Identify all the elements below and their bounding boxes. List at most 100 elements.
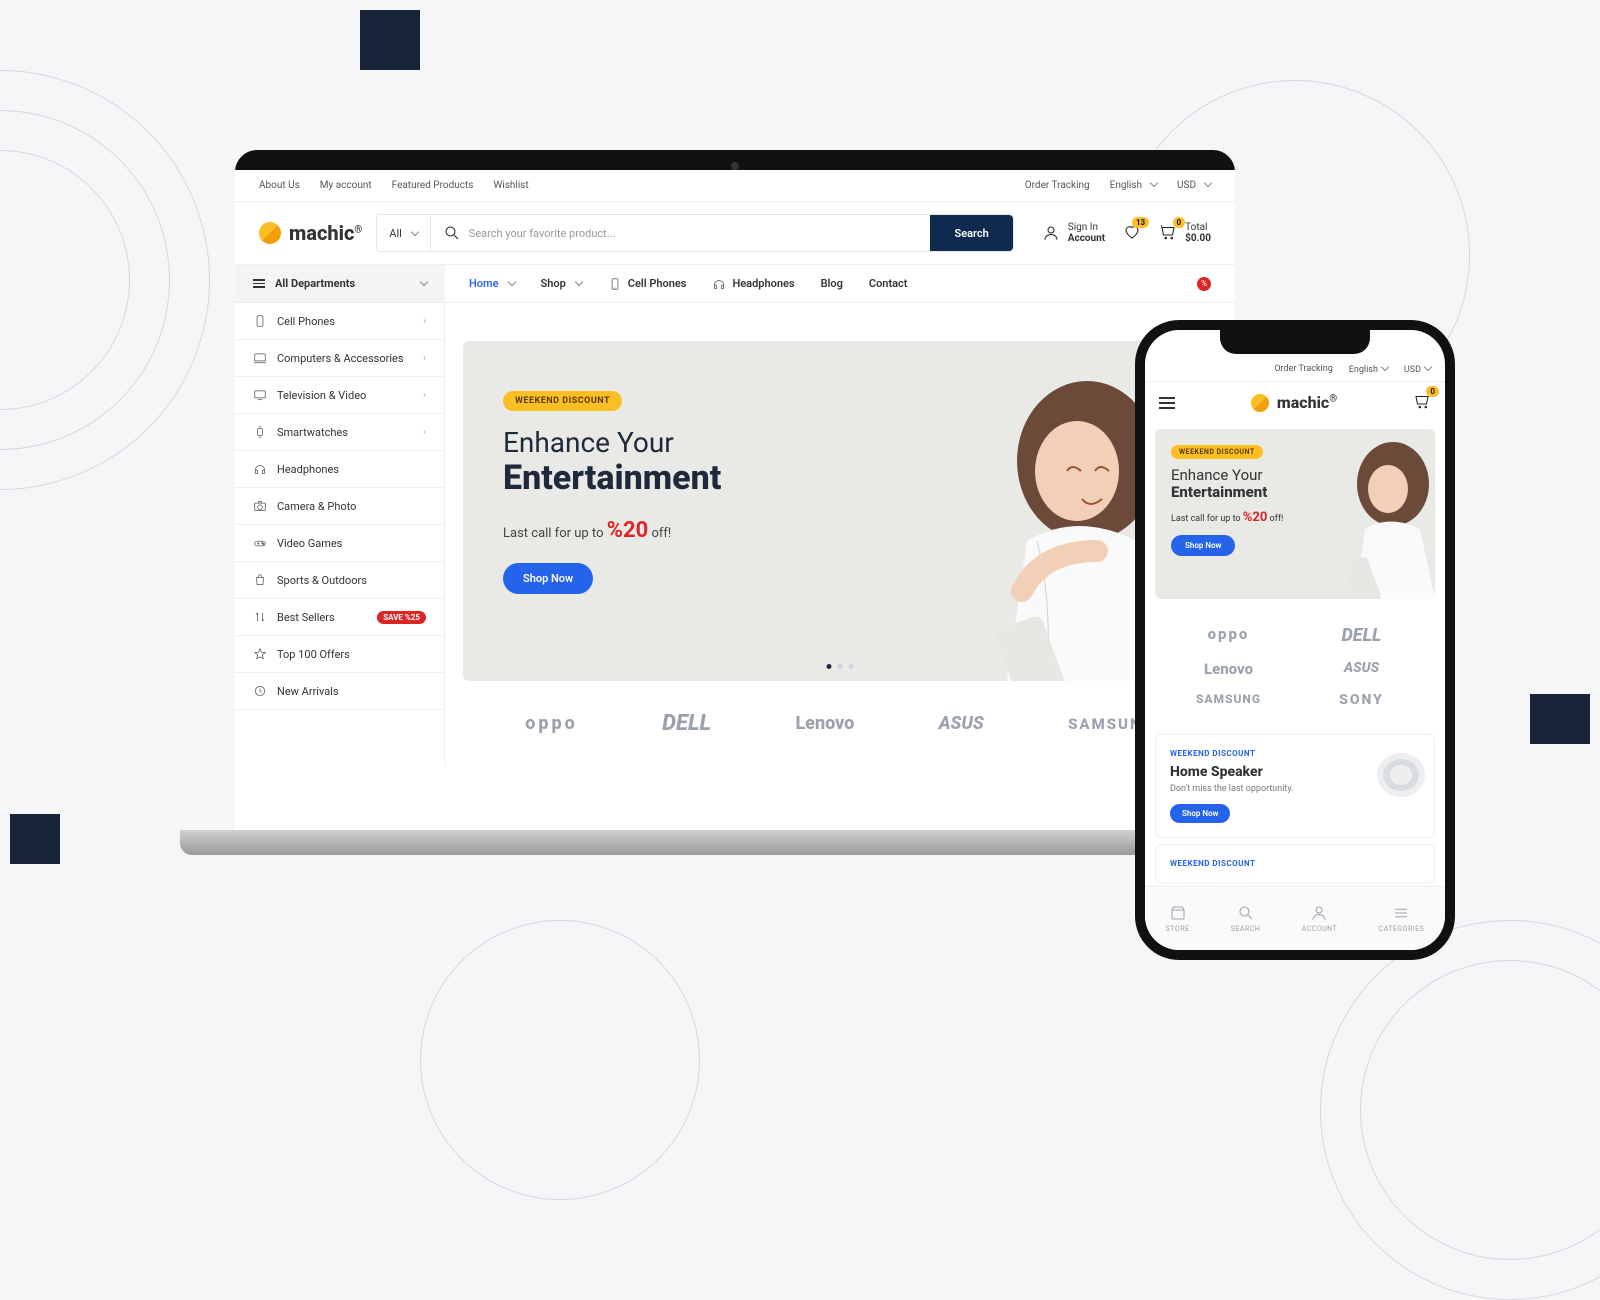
dept-cell-phones[interactable]: Cell Phones› — [235, 303, 444, 340]
watch-icon — [253, 425, 267, 439]
sort-icon — [253, 610, 267, 624]
nav-contact[interactable]: Contact — [869, 277, 908, 290]
mobile-order-tracking[interactable]: Order Tracking — [1274, 364, 1332, 375]
search-icon — [443, 224, 461, 242]
cart-link[interactable]: 0 Total$0.00 — [1159, 222, 1211, 244]
mobile-bottom-nav: STORE SEARCH ACCOUNT CATEGORIES — [1145, 886, 1445, 950]
chevron-down-icon — [417, 277, 427, 290]
mobile-brand-oppo[interactable]: oppo — [1169, 625, 1288, 646]
mobile-nav-store[interactable]: STORE — [1166, 904, 1190, 933]
currency-label: USD — [1177, 180, 1196, 191]
mobile-brand-dell[interactable]: DELL — [1302, 625, 1421, 646]
mobile-shop-now-button[interactable]: Shop Now — [1171, 535, 1235, 556]
logo-icon — [259, 222, 281, 244]
mobile-promo-2[interactable]: WEEKEND DISCOUNT — [1155, 844, 1435, 883]
nav-headphones[interactable]: Headphones — [712, 277, 794, 291]
nav-shop[interactable]: Shop — [541, 277, 582, 290]
chevron-right-icon: › — [423, 316, 426, 327]
mobile-promo-speaker[interactable]: WEEKEND DISCOUNT Home Speaker Don't miss… — [1155, 734, 1435, 838]
account-link[interactable]: Sign InAccount — [1042, 222, 1105, 244]
mobile-hero-banner: WEEKEND DISCOUNT Enhance Your Entertainm… — [1155, 429, 1435, 599]
mobile-cart-link[interactable]: 0 — [1413, 392, 1431, 413]
header-bar: machic® All Search your favorite product… — [235, 202, 1235, 264]
brand-oppo[interactable]: oppo — [525, 713, 578, 734]
mobile-logo[interactable]: machic® — [1251, 393, 1337, 412]
phone-icon — [253, 314, 267, 328]
headphones-icon — [253, 462, 267, 476]
hero-banner: WEEKEND DISCOUNT Enhance Your Entertainm… — [463, 341, 1217, 681]
mobile-brand-asus[interactable]: ASUS — [1302, 660, 1421, 678]
hero-tag: WEEKEND DISCOUNT — [503, 391, 622, 411]
dept-tv[interactable]: Television & Video› — [235, 377, 444, 414]
dept-best-sellers[interactable]: Best SellersSAVE %25 — [235, 599, 444, 636]
bag-icon — [253, 573, 267, 587]
brand-asus[interactable]: ASUS — [939, 713, 984, 734]
main-body: Cell Phones› Computers & Accessories› Te… — [235, 303, 1235, 766]
brand-lenovo[interactable]: Lenovo — [795, 713, 854, 734]
wishlist-link[interactable]: 13 — [1123, 223, 1141, 244]
hero-pagination[interactable] — [827, 664, 854, 669]
mobile-currency-select[interactable]: USD — [1404, 364, 1431, 375]
logo[interactable]: machic® — [259, 221, 362, 245]
search-icon — [1237, 904, 1255, 922]
chevron-down-icon — [1147, 180, 1157, 191]
dept-top-offers[interactable]: Top 100 Offers — [235, 636, 444, 673]
dept-camera[interactable]: Camera & Photo — [235, 488, 444, 525]
mobile-nav-account[interactable]: ACCOUNT — [1302, 904, 1338, 933]
phone-mockup: Order Tracking English USD machic® 0 WEE… — [1135, 320, 1455, 960]
mobile-brand-lenovo[interactable]: Lenovo — [1169, 660, 1288, 678]
chevron-down-icon — [408, 227, 418, 240]
bg-square — [1530, 694, 1590, 744]
mobile-language-select[interactable]: English — [1349, 364, 1388, 375]
language-select[interactable]: English — [1110, 180, 1157, 191]
dept-games[interactable]: Video Games — [235, 525, 444, 562]
dept-watches[interactable]: Smartwatches› — [235, 414, 444, 451]
all-departments-toggle[interactable]: All Departments — [235, 265, 445, 302]
logo-icon — [1251, 394, 1269, 412]
account-bottom-label: Account — [1068, 233, 1105, 244]
laptop-mockup: About Us My account Featured Products Wi… — [180, 150, 1290, 920]
shop-now-button[interactable]: Shop Now — [503, 563, 593, 594]
phone-notch — [1220, 330, 1370, 354]
mobile-nav-categories[interactable]: CATEGORIES — [1379, 904, 1425, 933]
nav-home[interactable]: Home — [469, 277, 515, 290]
mobile-brand-samsung[interactable]: SAMSUNG — [1169, 692, 1288, 708]
cart-total: $0.00 — [1185, 233, 1211, 244]
top-link-about[interactable]: About Us — [259, 180, 300, 191]
laptop-base — [180, 830, 1290, 855]
currency-select[interactable]: USD — [1177, 180, 1211, 191]
chevron-right-icon: › — [423, 353, 426, 364]
desktop-viewport: About Us My account Featured Products Wi… — [235, 170, 1235, 830]
dept-sports[interactable]: Sports & Outdoors — [235, 562, 444, 599]
language-label: English — [1110, 180, 1142, 191]
top-link-tracking[interactable]: Order Tracking — [1025, 180, 1090, 191]
mobile-menu-button[interactable] — [1159, 397, 1175, 409]
mobile-top-bar: Order Tracking English USD — [1145, 358, 1445, 382]
logo-text: machic — [289, 221, 354, 245]
dept-new-arrivals[interactable]: New Arrivals — [235, 673, 444, 710]
mobile-brand-sony[interactable]: SONY — [1302, 692, 1421, 708]
mobile-cart-count: 0 — [1426, 386, 1439, 397]
top-link-account[interactable]: My account — [320, 180, 372, 191]
dept-headphones[interactable]: Headphones — [235, 451, 444, 488]
store-icon — [1169, 904, 1187, 922]
search-button[interactable]: Search — [930, 215, 1012, 251]
search-input[interactable]: Search your favorite product... — [431, 215, 931, 251]
chevron-down-icon — [1378, 365, 1388, 375]
mobile-header: machic® 0 — [1145, 382, 1445, 423]
promo-badge-icon: % — [1197, 277, 1211, 291]
top-link-wishlist[interactable]: Wishlist — [493, 180, 528, 191]
brand-dell[interactable]: DELL — [662, 711, 711, 736]
dept-computers[interactable]: Computers & Accessories› — [235, 340, 444, 377]
mobile-brand-grid: oppo DELL Lenovo ASUS SAMSUNG SONY — [1145, 605, 1445, 728]
search-category-select[interactable]: All — [377, 215, 431, 251]
nav-cell-phones[interactable]: Cell Phones — [608, 277, 687, 291]
mobile-nav-search[interactable]: SEARCH — [1231, 904, 1261, 933]
clock-icon — [253, 684, 267, 698]
top-link-featured[interactable]: Featured Products — [392, 180, 474, 191]
wishlist-count-badge: 13 — [1132, 217, 1149, 228]
account-top-label: Sign In — [1068, 222, 1105, 233]
cart-count-badge: 0 — [1173, 217, 1186, 228]
nav-blog[interactable]: Blog — [821, 277, 843, 290]
promo-shop-now-button[interactable]: Shop Now — [1170, 804, 1230, 823]
